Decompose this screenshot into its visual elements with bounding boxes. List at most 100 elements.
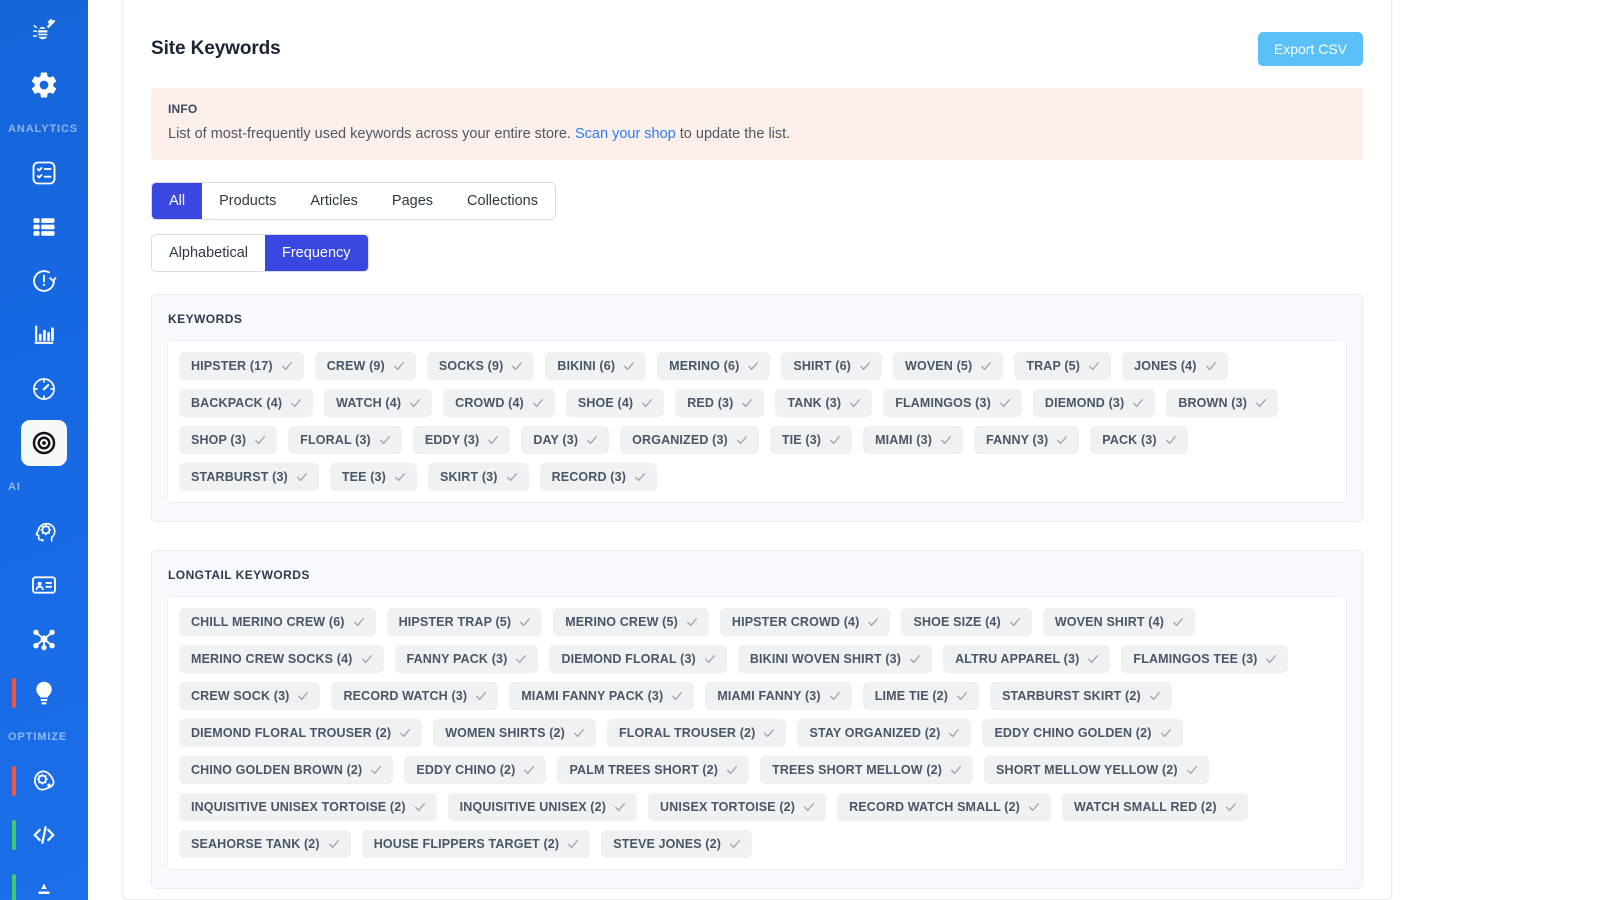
keyword-tag[interactable]: STARBURST (3) (179, 462, 319, 491)
sidebar-item-insights[interactable] (0, 666, 88, 720)
sidebar-item-ai-brain[interactable] (0, 504, 88, 558)
sidebar-item-speed[interactable] (0, 362, 88, 416)
sidebar-item-statistics[interactable] (0, 308, 88, 362)
keyword-tag-label: DAY (3) (533, 432, 579, 447)
tab-collections[interactable]: Collections (450, 182, 555, 219)
keyword-tag[interactable]: RECORD WATCH (3) (331, 681, 499, 710)
keyword-tag[interactable]: PALM TREES SHORT (2) (557, 755, 750, 784)
tab-pages[interactable]: Pages (374, 182, 451, 219)
keyword-tag[interactable]: MERINO (6) (657, 351, 771, 380)
keyword-tag[interactable]: PACK (3) (1090, 425, 1188, 454)
keyword-tag[interactable]: EDDY CHINO (2) (404, 755, 547, 784)
keyword-tag[interactable]: INQUISITIVE UNISEX TORTOISE (2) (179, 792, 437, 821)
keyword-tag[interactable]: UNISEX TORTOISE (2) (648, 792, 827, 821)
sidebar-item-site-keywords[interactable] (0, 416, 88, 470)
keyword-tag[interactable]: LIME TIE (2) (862, 681, 980, 710)
sidebar-item-reports-table[interactable] (0, 200, 88, 254)
keyword-tag[interactable]: HOUSE FLIPPERS TARGET (2) (361, 829, 591, 858)
check-icon (516, 654, 527, 663)
keyword-tag[interactable]: BROWN (3) (1166, 388, 1279, 417)
keyword-tag[interactable]: FANNY (3) (974, 425, 1080, 454)
keyword-tag[interactable]: MIAMI (3) (863, 425, 964, 454)
keyword-tag[interactable]: TIE (3) (769, 425, 853, 454)
check-icon (255, 435, 266, 444)
keyword-tag[interactable]: EDDY (3) (412, 425, 511, 454)
sidebar-item-code[interactable] (0, 808, 88, 862)
keyword-tag[interactable]: ALTRU APPAREL (3) (943, 644, 1111, 673)
check-icon (615, 802, 625, 811)
keyword-tag[interactable]: SHORT MELLOW YELLOW (2) (984, 755, 1209, 784)
keyword-tag[interactable]: TRAP (5) (1014, 351, 1112, 380)
keyword-tag-label: FLAMINGOS TEE (3) (1133, 651, 1258, 666)
keyword-tag[interactable]: ORGANIZED (3) (620, 425, 759, 454)
keyword-tag[interactable]: WOVEN (5) (893, 351, 1004, 380)
keyword-tag[interactable]: DIEMOND (3) (1032, 388, 1156, 417)
keyword-tag[interactable]: SHIRT (6) (781, 351, 882, 380)
export-csv-button[interactable]: Export CSV (1257, 32, 1363, 66)
keyword-tag[interactable]: CREW SOCK (3) (179, 681, 321, 710)
keyword-tag[interactable]: WATCH (4) (324, 388, 433, 417)
scan-your-shop-link[interactable]: Scan your shop (575, 126, 676, 142)
tab-all[interactable]: All (152, 182, 203, 219)
keyword-tag[interactable]: RECORD WATCH SMALL (2) (837, 792, 1051, 821)
sidebar-item-network[interactable] (0, 612, 88, 666)
keyword-tag[interactable]: SEAHORSE TANK (2) (179, 829, 351, 858)
keyword-tag[interactable]: HIPSTER TRAP (5) (386, 607, 543, 636)
keyword-tag[interactable]: FLORAL TROUSER (2) (606, 718, 787, 747)
keyword-tag[interactable]: WOVEN SHIRT (4) (1042, 607, 1196, 636)
keyword-tag[interactable]: HIPSTER (17) (179, 351, 304, 380)
sidebar-item-alerts[interactable] (0, 254, 88, 308)
keyword-tag[interactable]: WOMEN SHIRTS (2) (433, 718, 596, 747)
keyword-tag[interactable]: CHINO GOLDEN BROWN (2) (179, 755, 394, 784)
sidebar-item-optimizer[interactable] (0, 754, 88, 808)
keyword-tag[interactable]: FLAMINGOS (3) (883, 388, 1022, 417)
keyword-tag[interactable]: HIPSTER CROWD (4) (719, 607, 891, 636)
keyword-tag[interactable]: MIAMI FANNY (3) (705, 681, 852, 710)
keyword-tag[interactable]: SHOE (4) (565, 388, 665, 417)
keyword-tag[interactable]: BIKINI (6) (545, 351, 647, 380)
keyword-tag[interactable]: SHOE SIZE (4) (901, 607, 1032, 636)
keyword-tag[interactable]: MERINO CREW (5) (553, 607, 709, 636)
keyword-tag[interactable]: RECORD (3) (539, 462, 658, 491)
sidebar-item-more[interactable] (0, 862, 88, 900)
keyword-tag[interactable]: FANNY PACK (3) (394, 644, 539, 673)
keyword-tag[interactable]: SHOP (3) (179, 425, 278, 454)
keyword-tag[interactable]: BIKINI WOVEN SHIRT (3) (737, 644, 933, 673)
keyword-tag[interactable]: STEVE JONES (2) (601, 829, 753, 858)
keyword-tag[interactable]: DAY (3) (521, 425, 610, 454)
keyword-tag[interactable]: INQUISITIVE UNISEX (2) (447, 792, 638, 821)
keyword-tag[interactable]: JONES (4) (1122, 351, 1228, 380)
keyword-tag[interactable]: BACKPACK (4) (179, 388, 314, 417)
keyword-tag-label: TRAP (5) (1026, 358, 1081, 373)
sort-tab-frequency[interactable]: Frequency (265, 234, 368, 271)
tab-articles[interactable]: Articles (293, 182, 375, 219)
sidebar-item-settings[interactable] (0, 58, 88, 112)
keyword-tag[interactable]: CHILL MERINO CREW (6) (179, 607, 376, 636)
keyword-tag[interactable]: RED (3) (675, 388, 765, 417)
sort-order-tabs: Alphabetical Frequency (151, 233, 369, 272)
sidebar-item-checklist[interactable] (0, 146, 88, 200)
tab-products[interactable]: Products (202, 182, 294, 219)
check-icon (361, 654, 372, 663)
check-icon (830, 435, 841, 444)
keyword-tag[interactable]: TANK (3) (775, 388, 873, 417)
keyword-tag[interactable]: SKIRT (3) (427, 462, 529, 491)
keyword-tag[interactable]: CREW (9) (314, 351, 416, 380)
keyword-tag[interactable]: DIEMOND FLORAL TROUSER (2) (179, 718, 423, 747)
keyword-tag[interactable]: DIEMOND FLORAL (3) (549, 644, 727, 673)
sidebar-item-profiles[interactable] (0, 558, 88, 612)
keyword-tag[interactable]: SOCKS (9) (426, 351, 535, 380)
sidebar-item-debug-tools[interactable] (0, 4, 88, 58)
keyword-tag[interactable]: TEE (3) (329, 462, 417, 491)
keyword-tag[interactable]: STAY ORGANIZED (2) (797, 718, 972, 747)
keyword-tag[interactable]: STARBURST SKIRT (2) (990, 681, 1172, 710)
keyword-tag[interactable]: FLORAL (3) (288, 425, 402, 454)
keyword-tag[interactable]: TREES SHORT MELLOW (2) (760, 755, 974, 784)
sort-tab-alphabetical[interactable]: Alphabetical (152, 234, 265, 271)
keyword-tag[interactable]: WATCH SMALL RED (2) (1062, 792, 1248, 821)
keyword-tag[interactable]: EDDY CHINO GOLDEN (2) (982, 718, 1183, 747)
keyword-tag[interactable]: MIAMI FANNY PACK (3) (509, 681, 695, 710)
keyword-tag[interactable]: CROWD (4) (443, 388, 555, 417)
keyword-tag[interactable]: FLAMINGOS TEE (3) (1121, 644, 1289, 673)
keyword-tag[interactable]: MERINO CREW SOCKS (4) (179, 644, 384, 673)
